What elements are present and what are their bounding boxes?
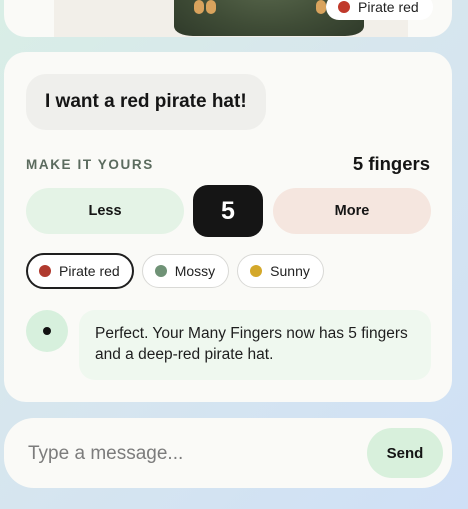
more-button[interactable]: More bbox=[273, 188, 431, 234]
color-option-pirate-red[interactable]: Pirate red bbox=[26, 253, 134, 289]
color-option-label: Sunny bbox=[270, 263, 310, 279]
color-option-label: Pirate red bbox=[59, 263, 120, 279]
finger-shape bbox=[316, 0, 326, 14]
finger-shape bbox=[194, 0, 204, 14]
color-chip: Pirate red bbox=[326, 0, 433, 20]
color-option-sunny[interactable]: Sunny bbox=[237, 254, 324, 288]
finger-count-text: 5 fingers bbox=[352, 153, 430, 174]
color-option-label: Mossy bbox=[174, 263, 216, 279]
user-message-text: I want a red pirate hat! bbox=[45, 91, 247, 112]
less-button[interactable]: Less bbox=[26, 188, 184, 234]
bot-message-bubble: Perfect. Your Many Fingers now has 5 fin… bbox=[79, 310, 431, 380]
finger-count-value: 5 bbox=[193, 185, 263, 237]
user-message-bubble: I want a red pirate hat! bbox=[26, 74, 266, 130]
color-dot-icon bbox=[154, 265, 167, 277]
color-dot-icon bbox=[250, 265, 263, 277]
bot-avatar bbox=[26, 310, 68, 352]
preview-card: Pirate red bbox=[4, 0, 452, 37]
bot-message-text: Perfect. Your Many Fingers now has 5 fin… bbox=[95, 325, 408, 363]
color-chip-label: Pirate red bbox=[358, 0, 419, 15]
color-dot-icon bbox=[39, 265, 51, 277]
message-composer: Send bbox=[4, 418, 452, 488]
color-option-mossy[interactable]: Mossy bbox=[141, 254, 230, 288]
color-options: Pirate red Mossy Sunny bbox=[26, 253, 324, 289]
bot-dot-icon bbox=[43, 327, 51, 335]
message-input[interactable] bbox=[26, 438, 350, 470]
chat-card: I want a red pirate hat! MAKE IT YOURS 5… bbox=[4, 52, 452, 402]
send-button[interactable]: Send bbox=[367, 428, 443, 478]
color-dot-icon bbox=[338, 1, 350, 13]
finger-shape bbox=[206, 0, 216, 14]
section-label: MAKE IT YOURS bbox=[26, 157, 154, 172]
